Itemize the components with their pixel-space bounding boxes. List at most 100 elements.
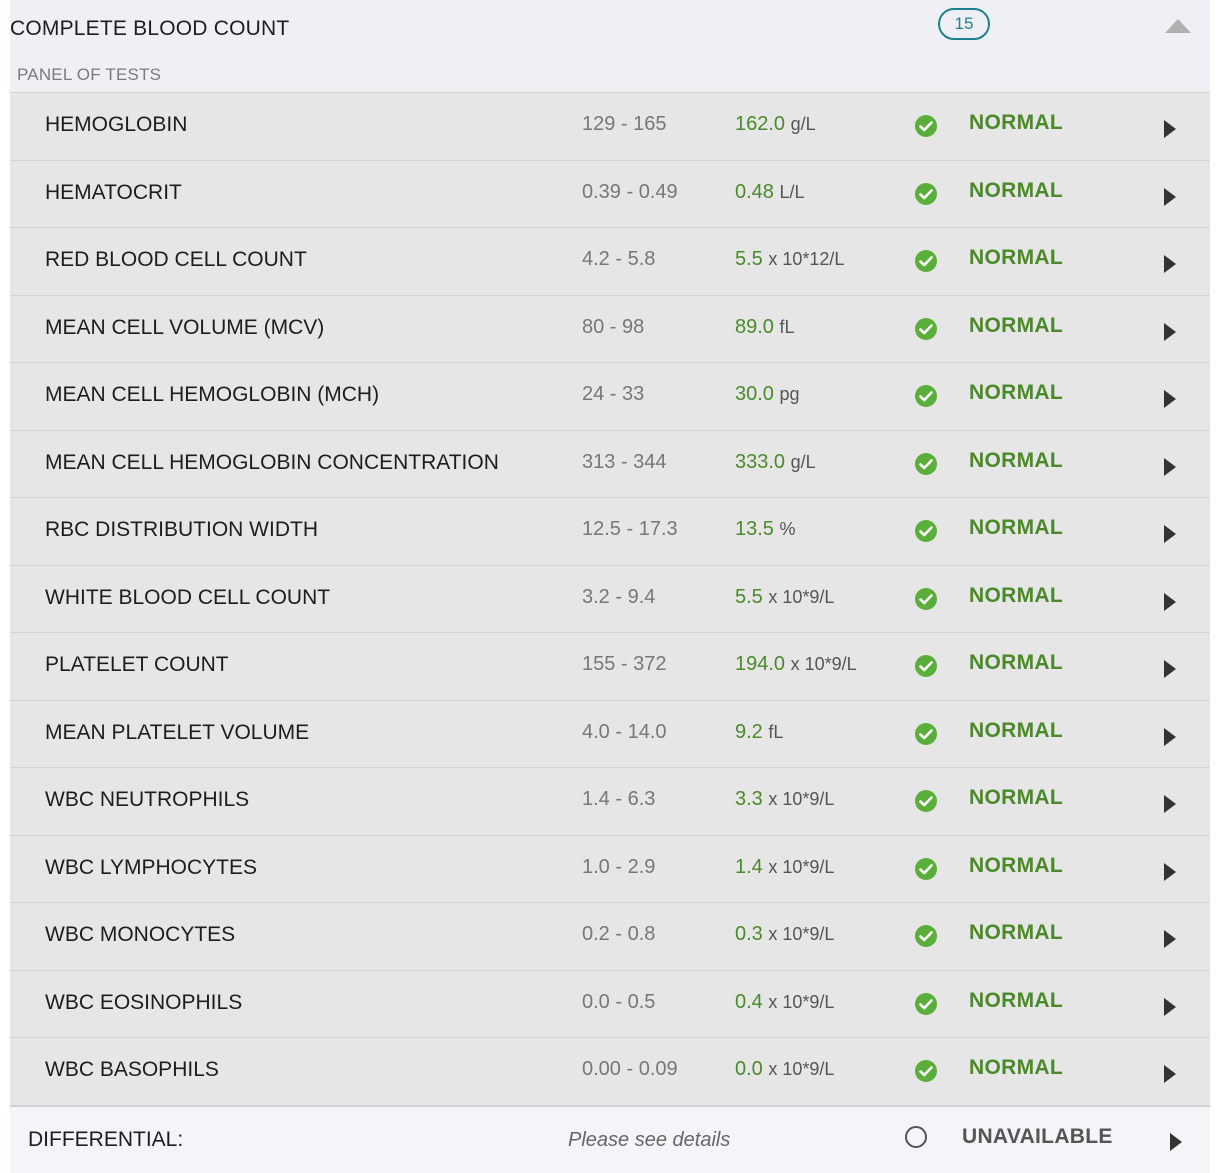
result-unit: g/L	[790, 451, 816, 472]
panel-header[interactable]: COMPLETE BLOOD COUNT PANEL OF TESTS 15	[10, 0, 1210, 93]
result-value: 194.0 x 10*9/L	[735, 653, 857, 676]
result-number: 9.2	[735, 720, 763, 743]
test-row[interactable]: HEMATOCRIT 0.39 - 0.49 0.48 L/L NORMAL	[10, 161, 1210, 228]
arrow-right-icon[interactable]	[1170, 1133, 1182, 1151]
reference-range: 0.00 - 0.09	[582, 1058, 678, 1080]
test-name: WBC MONOCYTES	[45, 923, 236, 946]
result-unit: fL	[768, 721, 784, 742]
result-number: 30.0	[735, 383, 774, 405]
status-label: NORMAL	[969, 786, 1063, 809]
test-name: HEMATOCRIT	[45, 180, 182, 204]
test-count-badge: 15	[938, 8, 990, 40]
test-row[interactable]: RBC DISTRIBUTION WIDTH 12.5 - 17.3 13.5 …	[10, 498, 1210, 566]
test-row[interactable]: WBC NEUTROPHILS 1.4 - 6.3 3.3 x 10*9/L N…	[10, 768, 1210, 836]
reference-range: 0.2 - 0.8	[582, 923, 656, 945]
test-row[interactable]: WHITE BLOOD CELL COUNT 3.2 - 9.4 5.5 x 1…	[10, 566, 1210, 633]
result-unit: x 10*9/L	[768, 789, 835, 809]
check-circle-icon	[915, 857, 937, 880]
status-label: NORMAL	[969, 111, 1063, 134]
status-label: NORMAL	[969, 178, 1063, 202]
check-circle-icon	[915, 385, 937, 407]
test-row[interactable]: WBC BASOPHILS 0.00 - 0.09 0.0 x 10*9/L N…	[10, 1038, 1210, 1106]
result-value: 162.0 g/L	[735, 113, 816, 136]
result-number: 162.0	[735, 113, 786, 135]
test-row[interactable]: MEAN PLATELET VOLUME 4.0 - 14.0 9.2 fL N…	[10, 701, 1210, 768]
reference-range: 4.2 - 5.8	[582, 248, 656, 270]
result-unit: x 10*12/L	[768, 249, 845, 269]
arrow-right-icon[interactable]	[1164, 1065, 1176, 1083]
check-circle-icon	[915, 182, 937, 205]
result-value: 0.3 x 10*9/L	[735, 923, 834, 946]
status-label: NORMAL	[969, 448, 1063, 472]
arrow-right-icon[interactable]	[1164, 390, 1176, 408]
test-row[interactable]: MEAN CELL HEMOGLOBIN CONCENTRATION 313 -…	[10, 431, 1210, 498]
arrow-right-icon[interactable]	[1164, 997, 1176, 1016]
arrow-right-icon[interactable]	[1164, 457, 1176, 476]
arrow-right-icon[interactable]	[1164, 525, 1176, 543]
result-number: 0.3	[735, 923, 763, 945]
arrow-right-icon[interactable]	[1164, 255, 1176, 273]
arrow-right-icon[interactable]	[1164, 322, 1176, 341]
status-label: NORMAL	[969, 718, 1063, 742]
test-panel: COMPLETE BLOOD COUNT PANEL OF TESTS 15 H…	[10, 0, 1210, 1173]
check-circle-icon	[915, 452, 937, 475]
status-label: NORMAL	[969, 313, 1063, 337]
arrow-right-icon[interactable]	[1164, 120, 1176, 138]
test-name: WBC LYMPHOCYTES	[45, 855, 257, 879]
reference-range: 80 - 98	[582, 315, 645, 338]
test-name: HEMOGLOBIN	[45, 113, 188, 136]
arrow-right-icon[interactable]	[1164, 795, 1176, 813]
test-name: MEAN CELL VOLUME (MCV)	[45, 315, 325, 339]
test-row[interactable]: PLATELET COUNT 155 - 372 194.0 x 10*9/L …	[10, 633, 1210, 701]
test-row[interactable]: WBC LYMPHOCYTES 1.0 - 2.9 1.4 x 10*9/L N…	[10, 836, 1210, 903]
arrow-right-icon[interactable]	[1164, 862, 1176, 881]
arrow-right-icon[interactable]	[1164, 930, 1176, 948]
test-name: PLATELET COUNT	[45, 653, 229, 676]
check-circle-icon	[915, 115, 937, 137]
status-label: NORMAL	[969, 921, 1063, 944]
status-label: NORMAL	[969, 516, 1063, 539]
reference-range: 129 - 165	[582, 113, 667, 135]
test-row[interactable]: RED BLOOD CELL COUNT 4.2 - 5.8 5.5 x 10*…	[10, 228, 1210, 296]
result-number: 194.0	[735, 653, 786, 675]
test-list: HEMOGLOBIN 129 - 165 162.0 g/L NORMAL HE…	[10, 93, 1210, 1106]
reference-range: 0.0 - 0.5	[582, 990, 656, 1013]
test-row[interactable]: WBC EOSINOPHILS 0.0 - 0.5 0.4 x 10*9/L N…	[10, 971, 1210, 1038]
result-value: 0.48 L/L	[735, 181, 805, 204]
check-circle-icon	[915, 722, 937, 745]
test-name: WBC NEUTROPHILS	[45, 788, 250, 811]
status-label: NORMAL	[969, 583, 1063, 607]
arrow-right-icon[interactable]	[1164, 660, 1176, 678]
check-circle-icon	[915, 250, 937, 272]
differential-status: UNAVAILABLE	[962, 1125, 1113, 1148]
check-circle-icon	[915, 790, 937, 812]
panel-subtitle: PANEL OF TESTS	[17, 65, 162, 84]
test-name: MEAN CELL HEMOGLOBIN CONCENTRATION	[45, 450, 499, 474]
reference-range: 12.5 - 17.3	[582, 518, 678, 540]
result-value: 5.5 x 10*9/L	[735, 586, 834, 609]
result-number: 0.4	[735, 990, 763, 1013]
test-row[interactable]: HEMOGLOBIN 129 - 165 162.0 g/L NORMAL	[10, 93, 1210, 161]
test-name: RED BLOOD CELL COUNT	[45, 248, 307, 271]
differential-row[interactable]: DIFFERENTIAL: Please see details UNAVAIL…	[10, 1106, 1210, 1173]
test-row[interactable]: MEAN CELL HEMOGLOBIN (MCH) 24 - 33 30.0 …	[10, 363, 1210, 431]
panel-title: COMPLETE BLOOD COUNT	[10, 17, 290, 40]
test-row[interactable]: WBC MONOCYTES 0.2 - 0.8 0.3 x 10*9/L NOR…	[10, 903, 1210, 971]
result-number: 0.48	[735, 180, 774, 203]
result-value: 30.0 pg	[735, 383, 800, 406]
result-value: 13.5 %	[735, 518, 796, 541]
result-number: 333.0	[735, 450, 786, 473]
test-name: WBC BASOPHILS	[45, 1058, 219, 1081]
triangle-up-icon[interactable]	[1165, 19, 1191, 33]
arrow-right-icon[interactable]	[1164, 592, 1176, 611]
result-value: 3.3 x 10*9/L	[735, 788, 834, 811]
status-label: NORMAL	[969, 246, 1063, 269]
result-value: 0.4 x 10*9/L	[735, 991, 834, 1014]
arrow-right-icon[interactable]	[1164, 727, 1176, 746]
status-label: NORMAL	[969, 1056, 1063, 1079]
reference-range: 1.4 - 6.3	[582, 788, 656, 810]
test-row[interactable]: MEAN CELL VOLUME (MCV) 80 - 98 89.0 fL N…	[10, 296, 1210, 363]
check-circle-icon	[915, 587, 937, 610]
reference-range: 155 - 372	[582, 653, 667, 675]
arrow-right-icon[interactable]	[1164, 187, 1176, 206]
